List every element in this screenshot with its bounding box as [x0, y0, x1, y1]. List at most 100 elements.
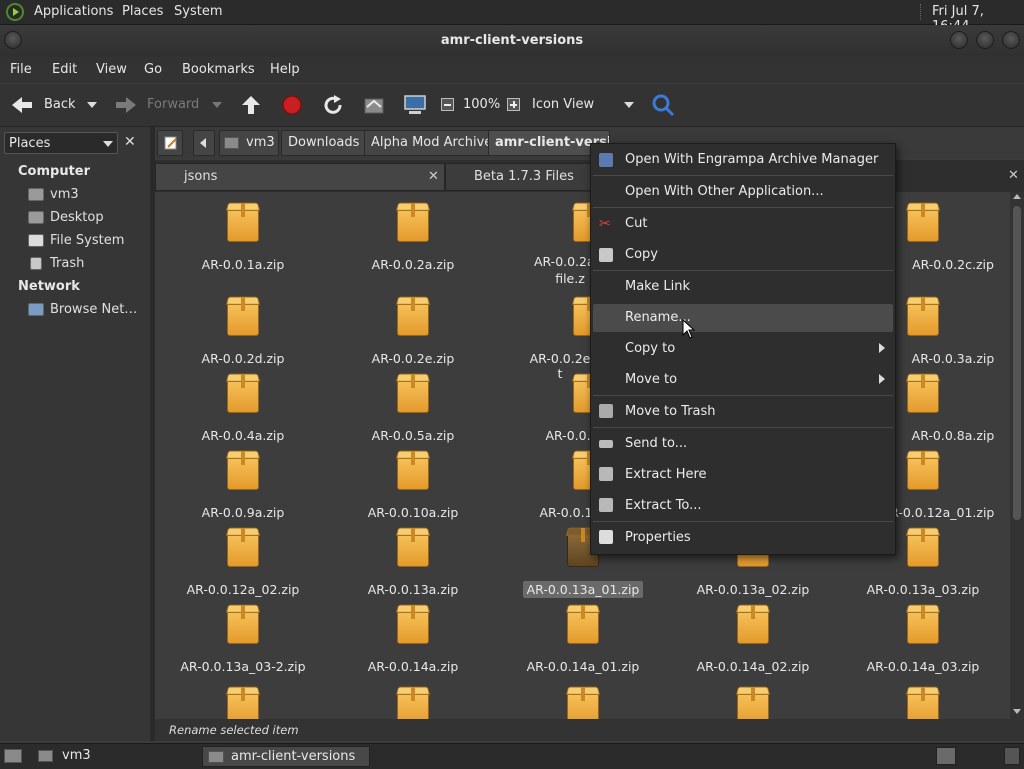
menu-extract-to[interactable]: Extract To...: [625, 498, 702, 513]
file-item[interactable]: [158, 687, 328, 719]
close-tab-icon[interactable]: ✕: [428, 164, 439, 190]
up-arrow-icon[interactable]: [240, 94, 262, 116]
bottom-home-label[interactable]: vm3: [62, 748, 91, 763]
forward-history-dropdown-icon[interactable]: [212, 102, 222, 108]
menu-edit[interactable]: Edit: [52, 62, 77, 77]
home-icon[interactable]: [363, 95, 385, 115]
file-item[interactable]: AR-0.0.2e.zip: [328, 297, 498, 367]
show-desktop-icon[interactable]: [4, 749, 22, 763]
file-item[interactable]: AR-0.0.13a_03-2.zip: [158, 605, 328, 675]
trash-applet-icon[interactable]: [1004, 747, 1020, 765]
view-mode-combo[interactable]: Icon View: [528, 92, 638, 118]
stop-icon[interactable]: [281, 94, 303, 116]
crumb-downloads-label: Downloads: [288, 135, 360, 150]
maximize-icon[interactable]: [976, 31, 994, 49]
file-item[interactable]: AR-0.0.14a_01.zip: [498, 605, 668, 675]
file-item[interactable]: [668, 687, 838, 719]
file-item[interactable]: AR-0.0.14a_03.zip: [838, 605, 1008, 675]
forward-button[interactable]: Forward: [112, 84, 212, 126]
scroll-up-icon[interactable]: [1013, 194, 1021, 199]
file-item[interactable]: AR-0.0.1: [498, 451, 605, 521]
path-scroll-left-button[interactable]: [193, 130, 215, 156]
scrollbar-thumb[interactable]: [1013, 206, 1021, 520]
vertical-scrollbar[interactable]: [1010, 192, 1024, 719]
menu-view[interactable]: View: [96, 62, 127, 77]
taskbar-window-button[interactable]: amr-client-versions: [202, 746, 370, 767]
file-item[interactable]: [498, 687, 668, 719]
menu-cut[interactable]: Cut: [625, 216, 647, 231]
file-name: AR-0.0.3a.zip: [911, 351, 995, 366]
file-item[interactable]: AR-0.0.13a.zip: [328, 528, 498, 598]
close-window-icon[interactable]: [1002, 31, 1020, 49]
zoom-level[interactable]: 100%: [463, 97, 500, 112]
menu-open-with-engrampa[interactable]: Open With Engrampa Archive Manager: [625, 152, 878, 167]
distro-logo-icon[interactable]: [6, 3, 24, 21]
menu-open-with-other[interactable]: Open With Other Application...: [625, 184, 824, 199]
sidebar-item-vm3[interactable]: vm3: [50, 187, 79, 202]
zoom-in-icon[interactable]: [507, 98, 520, 111]
chevron-down-icon: [624, 102, 634, 108]
zoom-out-icon[interactable]: [441, 98, 454, 111]
menu-move-to-trash[interactable]: Move to Trash: [625, 404, 716, 419]
reload-icon[interactable]: [322, 94, 344, 116]
file-item[interactable]: AR-0.0.2e t: [498, 297, 605, 382]
file-item[interactable]: AR-0.0.14a.zip: [328, 605, 498, 675]
menu-go[interactable]: Go: [144, 62, 162, 77]
tab-jsons[interactable]: jsons ✕: [155, 163, 445, 191]
close-tab-icon[interactable]: ✕: [1008, 168, 1019, 183]
file-item[interactable]: AR-0.0.1a.zip: [158, 203, 328, 273]
file-item[interactable]: AR-0.0.14a_02.zip: [668, 605, 838, 675]
menu-bookmarks[interactable]: Bookmarks: [182, 62, 255, 77]
panel-menu-system[interactable]: System: [174, 4, 222, 19]
menu-extract-here[interactable]: Extract Here: [625, 467, 707, 482]
file-item[interactable]: AR-0.0.12a_02.zip: [158, 528, 328, 598]
crumb-alpha-mod-archive[interactable]: Alpha Mod Archive: [364, 130, 500, 156]
search-icon[interactable]: [651, 93, 675, 117]
zip-archive-icon: [737, 605, 769, 644]
folder-icon: [208, 751, 224, 763]
menu-move-to[interactable]: Move to: [625, 372, 677, 387]
menu-rename[interactable]: Rename...: [625, 310, 691, 325]
file-name: AR-0.0.2d.zip: [201, 351, 285, 366]
crumb-downloads[interactable]: Downloads: [281, 130, 367, 156]
sidebar-item-file-system[interactable]: File System: [50, 233, 124, 248]
menu-make-link[interactable]: Make Link: [625, 279, 690, 294]
file-item[interactable]: AR-0.0.2d.zip: [158, 297, 328, 367]
places-combo[interactable]: Places: [4, 132, 118, 154]
sidebar-item-trash[interactable]: Trash: [50, 256, 84, 271]
computer-icon[interactable]: [403, 94, 427, 116]
file-item[interactable]: AR-0.0.2a v file.z: [498, 203, 606, 288]
crumb-vm3[interactable]: vm3: [219, 130, 279, 156]
close-sidebar-icon[interactable]: ✕: [124, 135, 138, 149]
menu-file[interactable]: File: [10, 62, 32, 77]
edit-location-button[interactable]: [157, 130, 183, 156]
menu-separator: [593, 175, 893, 176]
sidebar-item-desktop[interactable]: Desktop: [50, 210, 104, 225]
file-name: AR-0.0.1: [539, 505, 593, 520]
panel-menu-places[interactable]: Places: [122, 4, 163, 19]
taskbar-window-label: amr-client-versions: [231, 749, 356, 764]
file-item[interactable]: [838, 687, 1008, 719]
file-item[interactable]: AR-0.0.5a.zip: [328, 374, 498, 444]
minimize-icon[interactable]: [950, 31, 968, 49]
menu-copy[interactable]: Copy: [625, 247, 658, 262]
file-item[interactable]: AR-0.0.10a.zip: [328, 451, 498, 521]
menu-properties[interactable]: Properties: [625, 530, 691, 545]
panel-menu-applications[interactable]: Applications: [34, 4, 113, 19]
file-item[interactable]: AR-0.0.4a.zip: [158, 374, 328, 444]
file-item[interactable]: AR-0.0.9a.zip: [158, 451, 328, 521]
window-title-bar[interactable]: amr-client-versions: [0, 25, 1024, 57]
menu-copy-to[interactable]: Copy to: [625, 341, 675, 356]
file-name: AR-0.0.13a_03-2.zip: [180, 659, 306, 674]
sidebar-item-browse-network[interactable]: Browse Net…: [50, 302, 137, 317]
workspace-switcher-icon[interactable]: [936, 747, 956, 765]
tab-beta-files[interactable]: Beta 1.7.3 Files: [445, 163, 595, 191]
file-item[interactable]: AR-0.0.2a.zip: [328, 203, 498, 273]
file-item[interactable]: [328, 687, 498, 719]
scroll-down-icon[interactable]: [1013, 709, 1021, 714]
file-item[interactable]: AR-0.0.: [498, 374, 605, 444]
back-history-dropdown-icon[interactable]: [87, 102, 97, 108]
menu-help[interactable]: Help: [270, 62, 300, 77]
mouse-cursor-icon: [682, 319, 696, 339]
menu-send-to[interactable]: Send to...: [625, 436, 687, 451]
